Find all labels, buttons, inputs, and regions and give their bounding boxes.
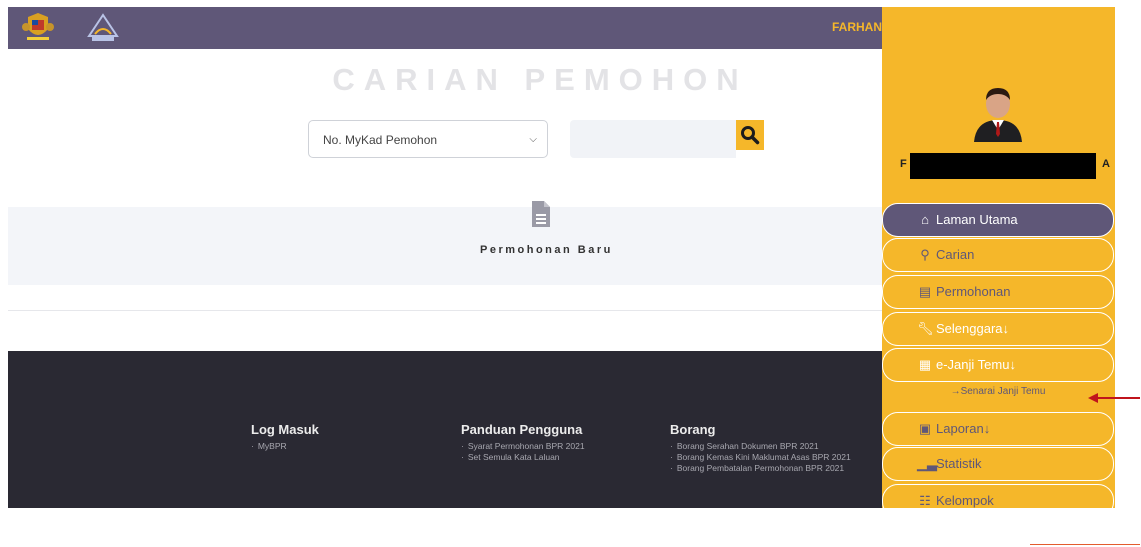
user-name-first-letter: F — [900, 158, 907, 170]
footer: Log Masuk MyBPR Panduan Pengguna Syarat … — [8, 351, 882, 508]
malaysia-crest-icon[interactable] — [22, 11, 54, 43]
sidebar-item-label: Selenggara↓ — [936, 321, 1009, 336]
sidebar-item-e-janji-temu[interactable]: ▦ e-Janji Temu↓ — [882, 348, 1114, 382]
footer-link[interactable]: Syarat Permohonan BPR 2021 — [461, 441, 585, 452]
report-icon: ▣ — [918, 421, 932, 436]
bar-chart-icon: ▁▃ — [917, 456, 937, 471]
search-icon — [741, 126, 760, 145]
annotation-arrow-icon — [1088, 393, 1140, 403]
sidebar-item-carian[interactable]: ⚲ Carian — [882, 238, 1114, 272]
sidebar-item-label: e-Janji Temu↓ — [936, 357, 1016, 372]
footer-link[interactable]: Set Semula Kata Laluan — [461, 452, 585, 463]
redaction-box — [910, 153, 1096, 179]
sidebar: F A ⌂ Laman Utama ⚲ Carian ▤ Permohonan 🔧︎ S… — [882, 7, 1115, 508]
sidebar-item-permohonan[interactable]: ▤ Permohonan — [882, 275, 1114, 309]
sidebar-item-label: Laporan↓ — [936, 421, 991, 436]
page: FARHAN CARIAN PEMOHON No. MyKad Pemohon … — [0, 0, 1141, 547]
footer-link[interactable]: Borang Kemas Kini Maklumat Asas BPR 2021 — [670, 452, 851, 463]
footer-column-title: Panduan Pengguna — [461, 422, 583, 437]
user-avatar-icon — [974, 88, 1022, 142]
sidebar-item-label: Permohonan — [936, 284, 1011, 299]
user-name-last-letter: A — [1102, 158, 1110, 170]
user-name: F A — [900, 153, 1110, 179]
footer-link[interactable]: Borang Pembatalan Permohonan BPR 2021 — [670, 463, 851, 474]
document-icon — [532, 201, 550, 227]
sidebar-item-label: Kelompok — [936, 493, 994, 508]
footer-column-guide: Panduan Pengguna Syarat Permohonan BPR 2… — [461, 422, 585, 463]
footer-column-forms: Borang Borang Serahan Dokumen BPR 2021 B… — [670, 422, 851, 474]
new-application-label[interactable]: Permohonan Baru — [480, 244, 613, 256]
top-navbar: FARHAN — [8, 7, 882, 49]
user-name-header[interactable]: FARHAN — [832, 20, 882, 34]
sidebar-item-label: Carian — [936, 247, 975, 262]
search-type-select[interactable]: No. MyKad Pemohon ⌵ — [308, 120, 548, 158]
search-type-select-value: No. MyKad Pemohon — [323, 133, 438, 147]
sidebar-item-laporan[interactable]: ▣ Laporan↓ — [882, 412, 1114, 446]
group-icon: ☷ — [919, 493, 931, 508]
submenu-senarai-janji-temu[interactable]: →Senarai Janji Temu — [882, 386, 1114, 397]
divider — [1030, 544, 1140, 545]
footer-column-title: Borang — [670, 422, 716, 437]
sidebar-item-statistik[interactable]: ▁▃Statistik — [882, 447, 1114, 481]
footer-link[interactable]: Borang Serahan Dokumen BPR 2021 — [670, 441, 851, 452]
sidebar-item-laman-utama[interactable]: ⌂ Laman Utama — [882, 203, 1114, 237]
footer-link[interactable]: MyBPR — [251, 441, 319, 452]
wrench-icon: 🔧︎ — [917, 321, 934, 336]
file-icon: ▤ — [918, 284, 932, 299]
chevron-down-icon: ⌵ — [529, 134, 537, 145]
search-icon: ⚲ — [920, 247, 930, 262]
footer-column-login: Log Masuk MyBPR — [251, 422, 319, 452]
home-icon: ⌂ — [921, 212, 929, 227]
divider — [8, 310, 882, 311]
footer-column-title: Log Masuk — [251, 422, 319, 437]
sidebar-item-label: Laman Utama — [936, 212, 1018, 227]
sidebar-item-selenggara[interactable]: 🔧︎ Selenggara↓ — [882, 312, 1114, 346]
sidebar-item-label: Statistik — [936, 456, 982, 471]
lhdn-malaysia-logo-icon[interactable] — [86, 10, 120, 44]
search-button[interactable] — [736, 120, 764, 150]
sidebar-item-kelompok[interactable]: ☷ Kelompok — [882, 484, 1114, 508]
search-input[interactable] — [570, 120, 736, 158]
calendar-icon: ▦ — [918, 357, 932, 372]
new-application-card[interactable] — [8, 207, 882, 285]
